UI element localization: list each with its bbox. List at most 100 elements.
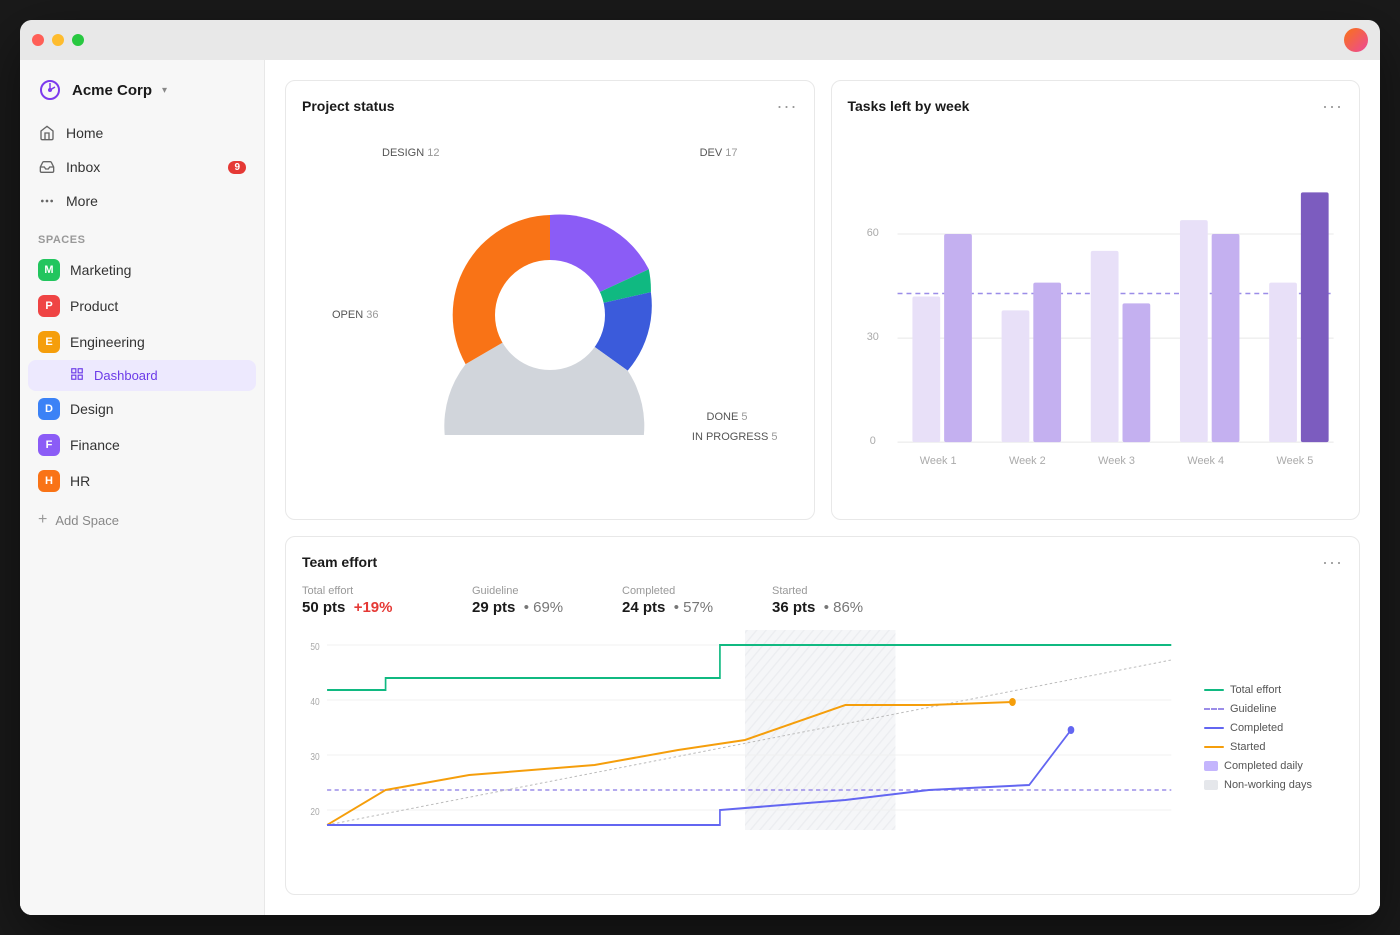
product-label: Product (70, 298, 118, 314)
bar-w5-2 (1300, 192, 1328, 442)
stat-completed-value: 24 pts • 57% (622, 599, 772, 616)
project-status-more-button[interactable]: ··· (777, 97, 798, 115)
legend-guideline: Guideline (1204, 703, 1343, 715)
add-space-label: Add Space (55, 513, 119, 528)
maximize-button[interactable] (72, 34, 84, 46)
svg-text:60: 60 (866, 227, 878, 239)
avatar[interactable] (1344, 28, 1368, 52)
add-space-button[interactable]: + Add Space (20, 503, 264, 537)
effort-header: Team effort ··· (302, 553, 1343, 571)
legend-total-effort: Total effort (1204, 684, 1343, 696)
bar-w1-2 (944, 234, 972, 442)
design-avatar: D (38, 398, 60, 420)
nav-item-home[interactable]: Home (28, 116, 256, 150)
titlebar (20, 20, 1380, 60)
space-item-design[interactable]: D Design (28, 391, 256, 427)
legend-nonworking: Non-working days (1204, 779, 1343, 791)
chevron-down-icon: ▾ (162, 85, 167, 96)
nav-inbox-label: Inbox (66, 159, 100, 175)
logo-icon (36, 76, 64, 104)
finance-avatar: F (38, 434, 60, 456)
open-label: OPEN 36 (332, 309, 378, 321)
started-legend-line (1204, 746, 1224, 748)
completed-dot (1068, 726, 1075, 734)
legend-total-label: Total effort (1230, 684, 1281, 696)
done-label: DONE 5 (707, 411, 748, 423)
workspace-name: Acme Corp (72, 82, 152, 99)
svg-text:0: 0 (869, 435, 875, 447)
tasks-by-week-card: Tasks left by week ··· 0 30 60 (831, 80, 1361, 520)
pie-chart: DEV 17 DESIGN 12 OPEN 36 DONE 5 IN PROGR… (302, 127, 798, 503)
nav-item-inbox[interactable]: Inbox 9 (28, 150, 256, 184)
stat-total-extra: +19% (354, 599, 393, 616)
bar-w4-2 (1211, 234, 1239, 442)
legend-nonworking-label: Non-working days (1224, 779, 1312, 791)
pie-svg (430, 195, 670, 435)
charts-row: Project status ··· DEV 17 DESIGN 12 OPEN… (285, 80, 1360, 520)
inbox-badge: 9 (228, 161, 246, 174)
bar-w3-2 (1122, 303, 1150, 442)
engineering-label: Engineering (70, 334, 145, 350)
legend-completed: Completed (1204, 722, 1343, 734)
engineering-avatar: E (38, 331, 60, 353)
close-button[interactable] (32, 34, 44, 46)
svg-text:Week 2: Week 2 (1009, 455, 1046, 467)
stat-total-label: Total effort (302, 585, 472, 597)
space-item-product[interactable]: P Product (28, 288, 256, 324)
effort-stats-row: Total effort 50 pts +19% Guideline 29 pt… (302, 585, 1343, 616)
dashboard-icon (70, 367, 84, 384)
nonworking-legend-box (1204, 780, 1218, 790)
bar-w1-1 (912, 296, 940, 442)
minimize-button[interactable] (52, 34, 64, 46)
dashboard-label: Dashboard (94, 368, 158, 383)
svg-text:50: 50 (310, 641, 319, 652)
marketing-avatar: M (38, 259, 60, 281)
nav-home-label: Home (66, 125, 103, 141)
completed-legend-line (1204, 727, 1224, 729)
legend-guideline-label: Guideline (1230, 703, 1276, 715)
started-dot (1009, 698, 1016, 706)
marketing-label: Marketing (70, 262, 131, 278)
space-item-hr[interactable]: H HR (28, 463, 256, 499)
legend-started-label: Started (1230, 741, 1265, 753)
project-status-title: Project status (302, 98, 395, 114)
svg-text:Week 5: Week 5 (1276, 455, 1313, 467)
effort-more-button[interactable]: ··· (1322, 553, 1343, 571)
more-icon (38, 192, 56, 210)
product-avatar: P (38, 295, 60, 317)
dev-label: DEV 17 (700, 147, 738, 159)
bar-w5-1 (1269, 283, 1297, 443)
nav-item-more[interactable]: More (28, 184, 256, 218)
space-item-engineering[interactable]: E Engineering (28, 324, 256, 360)
stat-total-effort: Total effort 50 pts +19% (302, 585, 472, 616)
space-item-marketing[interactable]: M Marketing (28, 252, 256, 288)
stat-started-label: Started (772, 585, 863, 597)
total-effort-legend-line (1204, 689, 1224, 691)
legend-completed-label: Completed (1230, 722, 1283, 734)
stat-guideline-value: 29 pts • 69% (472, 599, 622, 616)
svg-text:30: 30 (310, 751, 319, 762)
completed-line (327, 730, 1071, 825)
legend-started: Started (1204, 741, 1343, 753)
effort-title: Team effort (302, 554, 377, 570)
workspace-header[interactable]: Acme Corp ▾ (20, 60, 264, 112)
home-icon (38, 124, 56, 142)
bar-w4-1 (1179, 220, 1207, 442)
tasks-header: Tasks left by week ··· (848, 97, 1344, 115)
space-sub-item-dashboard[interactable]: Dashboard (28, 360, 256, 391)
hr-label: HR (70, 473, 90, 489)
tasks-chart-content: 0 30 60 (848, 127, 1344, 514)
stat-guideline: Guideline 29 pts • 69% (472, 585, 622, 616)
svg-text:40: 40 (310, 696, 319, 707)
guideline-legend-line (1204, 708, 1224, 710)
svg-text:20: 20 (310, 806, 319, 817)
bar-w2-1 (1001, 310, 1029, 442)
legend-completed-daily: Completed daily (1204, 760, 1343, 772)
bar-chart-svg: 0 30 60 (848, 127, 1344, 484)
space-item-finance[interactable]: F Finance (28, 427, 256, 463)
stat-started: Started 36 pts • 86% (772, 585, 863, 616)
project-status-content: DEV 17 DESIGN 12 OPEN 36 DONE 5 IN PROGR… (302, 127, 798, 503)
stat-total-value: 50 pts +19% (302, 599, 472, 616)
tasks-more-button[interactable]: ··· (1322, 97, 1343, 115)
stat-guideline-label: Guideline (472, 585, 622, 597)
